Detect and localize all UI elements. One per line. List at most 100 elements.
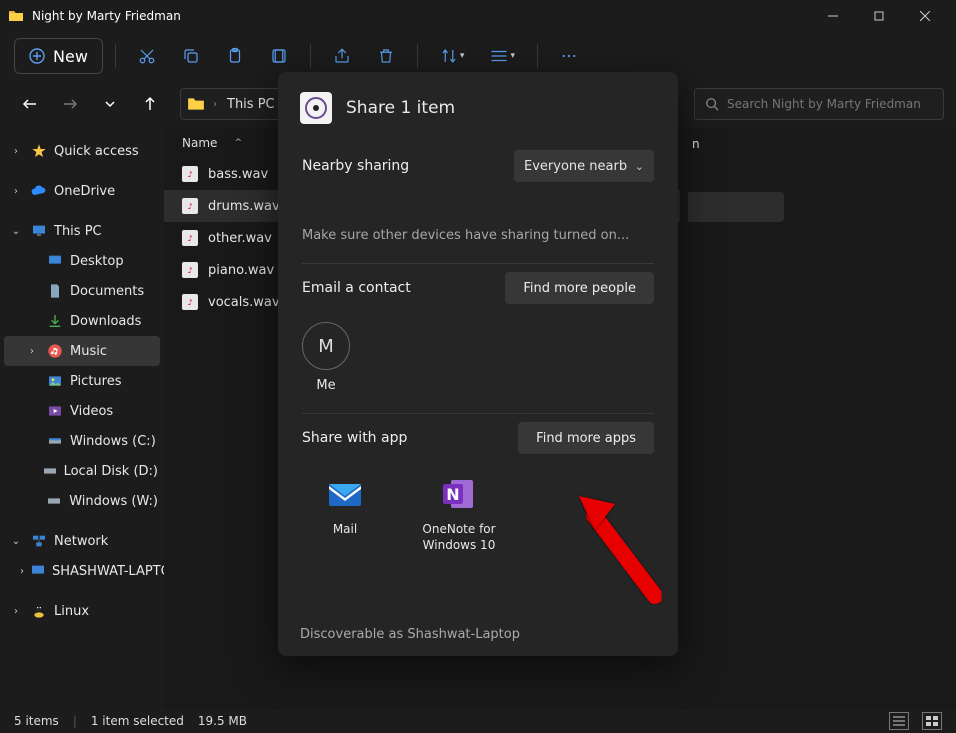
file-name: drums.wav bbox=[208, 199, 280, 214]
titlebar: Night by Marty Friedman bbox=[0, 0, 956, 32]
contact-me[interactable]: M Me bbox=[302, 322, 350, 393]
audio-file-icon: ♪ bbox=[182, 166, 198, 182]
sidebar-label: Network bbox=[54, 534, 108, 549]
breadcrumb-this-pc[interactable]: This PC bbox=[225, 97, 277, 112]
paste-button[interactable] bbox=[216, 38, 254, 74]
linux-icon bbox=[30, 602, 48, 620]
toolbar-separator bbox=[310, 44, 311, 68]
column-name-label: Name bbox=[182, 136, 217, 150]
documents-icon bbox=[46, 282, 64, 300]
find-more-apps-button[interactable]: Find more apps bbox=[518, 422, 654, 454]
sidebar-label: Linux bbox=[54, 604, 89, 619]
sidebar-label: This PC bbox=[54, 224, 102, 239]
delete-button[interactable] bbox=[367, 38, 405, 74]
status-item-count: 5 items bbox=[14, 714, 59, 728]
window-title: Night by Marty Friedman bbox=[32, 9, 810, 23]
file-name: bass.wav bbox=[208, 167, 268, 182]
search-icon bbox=[705, 97, 719, 111]
share-title: Share 1 item bbox=[346, 98, 455, 118]
share-app-mail[interactable]: Mail bbox=[302, 474, 388, 553]
forward-button[interactable] bbox=[52, 86, 88, 122]
drive-icon bbox=[46, 432, 64, 450]
sidebar-label: Downloads bbox=[70, 314, 141, 329]
minimize-button[interactable] bbox=[810, 0, 856, 32]
share-app-onenote[interactable]: N OneNote for Windows 10 bbox=[416, 474, 502, 553]
close-button[interactable] bbox=[902, 0, 948, 32]
toolbar-separator bbox=[417, 44, 418, 68]
status-selection: 1 item selected bbox=[91, 714, 184, 728]
audio-file-icon: ♪ bbox=[182, 230, 198, 246]
search-input[interactable] bbox=[727, 97, 933, 111]
new-button[interactable]: New bbox=[14, 38, 103, 74]
column-other-label: n bbox=[692, 137, 700, 151]
cut-button[interactable] bbox=[128, 38, 166, 74]
nearby-sharing-value: Everyone nearb bbox=[524, 159, 627, 174]
sidebar-label: Videos bbox=[70, 404, 113, 419]
folder-icon bbox=[187, 95, 205, 113]
file-name: piano.wav bbox=[208, 263, 274, 278]
rename-button[interactable] bbox=[260, 38, 298, 74]
app-label: OneNote for Windows 10 bbox=[416, 522, 502, 553]
share-button[interactable] bbox=[323, 38, 361, 74]
thumbnails-view-button[interactable] bbox=[922, 712, 942, 730]
search-box[interactable] bbox=[694, 88, 944, 120]
sidebar-item-pictures[interactable]: Pictures bbox=[0, 366, 164, 396]
new-button-label: New bbox=[53, 47, 88, 66]
cloud-icon bbox=[30, 182, 48, 200]
more-button[interactable] bbox=[550, 38, 588, 74]
sidebar-item-quick-access[interactable]: ›Quick access bbox=[0, 136, 164, 166]
copy-button[interactable] bbox=[172, 38, 210, 74]
sidebar-label: Quick access bbox=[54, 144, 139, 159]
column-header-other[interactable]: n bbox=[680, 128, 956, 160]
sidebar-item-desktop[interactable]: Desktop bbox=[0, 246, 164, 276]
share-with-app-label: Share with app bbox=[302, 430, 407, 446]
sidebar-item-this-pc[interactable]: ⌄This PC bbox=[0, 216, 164, 246]
nearby-hint: Make sure other devices have sharing tur… bbox=[302, 228, 654, 243]
details-view-button[interactable] bbox=[889, 712, 909, 730]
sidebar-label: SHASHWAT-LAPTOP bbox=[52, 564, 164, 579]
audio-file-icon: ♪ bbox=[182, 262, 198, 278]
find-more-people-button[interactable]: Find more people bbox=[505, 272, 654, 304]
back-button[interactable] bbox=[12, 86, 48, 122]
drive-icon bbox=[46, 492, 64, 510]
avatar: M bbox=[302, 322, 350, 370]
sidebar-item-documents[interactable]: Documents bbox=[0, 276, 164, 306]
nearby-sharing-select[interactable]: Everyone nearb ⌄ bbox=[514, 150, 654, 182]
nearby-sharing-label: Nearby sharing bbox=[302, 158, 409, 174]
view-button[interactable]: ▾ bbox=[480, 38, 525, 74]
share-panel: Share 1 item Nearby sharing Everyone nea… bbox=[278, 72, 678, 656]
sidebar-item-downloads[interactable]: Downloads bbox=[0, 306, 164, 336]
sort-indicator-icon: ^ bbox=[234, 138, 242, 148]
email-contact-label: Email a contact bbox=[302, 280, 411, 296]
sidebar-label: Windows (W:) bbox=[69, 494, 158, 509]
sidebar-item-music[interactable]: ›Music bbox=[4, 336, 160, 366]
sidebar-label: Windows (C:) bbox=[70, 434, 156, 449]
chevron-down-icon: ⌄ bbox=[635, 160, 644, 173]
sidebar-item-videos[interactable]: Videos bbox=[0, 396, 164, 426]
sidebar-item-onedrive[interactable]: ›OneDrive bbox=[0, 176, 164, 206]
recent-button[interactable] bbox=[92, 86, 128, 122]
sidebar-item-network[interactable]: ⌄Network bbox=[0, 526, 164, 556]
sort-button[interactable]: ▾ bbox=[430, 38, 475, 74]
up-button[interactable] bbox=[132, 86, 168, 122]
sidebar-item-windows-w[interactable]: Windows (W:) bbox=[0, 486, 164, 516]
sidebar-item-linux[interactable]: ›Linux bbox=[0, 596, 164, 626]
toolbar-separator bbox=[115, 44, 116, 68]
maximize-button[interactable] bbox=[856, 0, 902, 32]
onenote-icon: N bbox=[439, 474, 479, 514]
sidebar-item-local-d[interactable]: Local Disk (D:) bbox=[0, 456, 164, 486]
app-label: Mail bbox=[333, 522, 357, 538]
discoverable-label: Discoverable as Shashwat-Laptop bbox=[278, 615, 678, 656]
sidebar-item-shashwat-laptop[interactable]: ›SHASHWAT-LAPTOP bbox=[0, 556, 164, 586]
sidebar-label: Music bbox=[70, 344, 107, 359]
secondary-column: n bbox=[680, 128, 956, 709]
toolbar-separator bbox=[537, 44, 538, 68]
pc-icon bbox=[30, 222, 48, 240]
network-icon bbox=[30, 532, 48, 550]
folder-icon bbox=[8, 8, 24, 24]
downloads-icon bbox=[46, 312, 64, 330]
sidebar-item-windows-c[interactable]: Windows (C:) bbox=[0, 426, 164, 456]
sidebar-label: Documents bbox=[70, 284, 144, 299]
status-bar: 5 items | 1 item selected 19.5 MB bbox=[0, 709, 956, 733]
star-icon bbox=[30, 142, 48, 160]
